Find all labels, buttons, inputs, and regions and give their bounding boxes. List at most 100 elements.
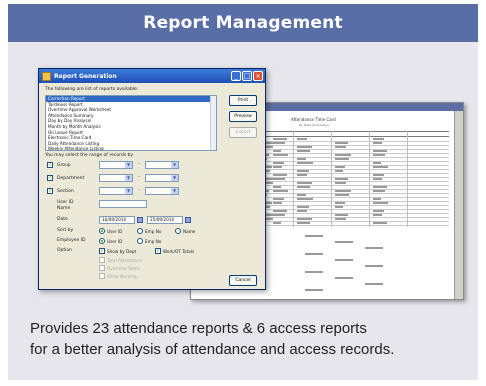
preview-cell — [273, 150, 281, 152]
report-list-scrollbar[interactable] — [210, 96, 216, 150]
date-from-input[interactable]: 16/09/2010 — [99, 216, 135, 224]
department-checkbox[interactable]: ✓ — [47, 175, 53, 181]
preview-scrollbar[interactable] — [454, 111, 463, 299]
section-from-select[interactable]: ▼ — [99, 187, 133, 195]
preview-cell — [273, 174, 287, 176]
preview-cell — [335, 259, 353, 261]
minimize-button[interactable]: _ — [231, 71, 241, 81]
card-title: Report Management — [8, 4, 478, 42]
cancel-button[interactable]: Cancel — [229, 275, 257, 286]
total-attendance-checkbox[interactable] — [99, 257, 105, 263]
show-working-checkbox[interactable] — [99, 273, 105, 279]
option-label: Option — [57, 248, 73, 253]
user-id-input[interactable] — [99, 200, 147, 208]
preview-cell — [365, 247, 383, 249]
preview-cell — [373, 138, 384, 140]
calendar-icon[interactable] — [137, 217, 143, 223]
preview-button[interactable]: Preview — [229, 111, 257, 122]
preview-cell — [373, 174, 384, 176]
preview-cell — [273, 186, 281, 188]
preview-cell — [373, 150, 387, 152]
preview-cell — [297, 146, 312, 148]
show-working-label: Show Working — [107, 274, 137, 279]
group-from-select[interactable]: ▼ — [99, 161, 133, 169]
chevron-down-icon: ▼ — [171, 175, 178, 181]
preview-cell — [373, 214, 382, 216]
preview-cell — [335, 146, 346, 148]
preview-cell — [335, 277, 353, 279]
report-list[interactable]: Correction Report Tardiness Report Overtim… — [45, 95, 217, 151]
department-from-select[interactable]: ▼ — [99, 174, 133, 182]
emp-emp-no-radio[interactable] — [137, 238, 143, 244]
sort-name-label: Name — [183, 229, 196, 234]
preview-cell — [335, 170, 343, 172]
range-dash: - — [138, 174, 140, 180]
user-id-label: User ID — [57, 200, 74, 205]
preview-cell — [297, 194, 306, 196]
preview-cell — [335, 241, 353, 243]
maximize-button[interactable]: □ — [242, 71, 252, 81]
department-to-select[interactable]: ▼ — [145, 174, 179, 182]
preview-cell — [335, 158, 349, 160]
preview-cell — [273, 214, 285, 216]
preview-cell — [373, 190, 385, 192]
preview-cell — [373, 222, 387, 224]
preview-cell — [373, 210, 384, 212]
preview-cell — [273, 162, 284, 164]
export-button[interactable]: Export — [229, 127, 257, 138]
section-to-select[interactable]: ▼ — [145, 187, 179, 195]
preview-cell — [297, 170, 309, 172]
preview-cell — [365, 265, 383, 267]
name-label: Name — [57, 206, 71, 211]
sort-by-label: Sort by — [57, 228, 74, 233]
group-checkbox[interactable]: ✓ — [47, 162, 53, 168]
preview-cell — [373, 142, 382, 144]
section-label: Section — [57, 189, 74, 194]
sort-name-radio[interactable] — [175, 228, 181, 234]
preview-cell — [373, 198, 381, 200]
date-to-input[interactable]: 25/09/2010 — [147, 216, 183, 224]
group-to-select[interactable]: ▼ — [145, 161, 179, 169]
emp-user-id-radio[interactable] — [99, 238, 105, 244]
sort-emp-no-radio[interactable] — [137, 228, 143, 234]
preview-title: Attendance Time Card — [291, 117, 336, 122]
preview-cell — [373, 186, 387, 188]
show-by-dept-checkbox[interactable]: ✓ — [99, 248, 105, 254]
preview-cell — [297, 158, 306, 160]
preview-cell — [273, 222, 281, 224]
preview-subtitle: By Date (Summary) — [299, 123, 329, 127]
preview-cell — [297, 162, 313, 164]
report-list-item[interactable]: Weekly Attendance Listing — [46, 146, 216, 150]
preview-cell — [305, 271, 323, 273]
dialog-titlebar: Report Generation _ □ × — [39, 69, 265, 83]
preview-cell — [273, 210, 287, 212]
overtime-totals-checkbox[interactable] — [99, 265, 105, 271]
preview-cell — [335, 154, 351, 156]
preview-cell — [273, 154, 288, 156]
preview-cell — [335, 194, 349, 196]
department-label: Department — [57, 176, 85, 181]
preview-cell — [365, 283, 383, 285]
overtime-totals-label: Overtime Totals — [107, 266, 140, 271]
dialog-title: Report Generation — [54, 72, 117, 80]
preview-cell — [297, 222, 310, 224]
preview-cell — [297, 210, 307, 212]
preview-cell — [335, 214, 348, 216]
close-button[interactable]: × — [253, 71, 263, 81]
preview-cell — [273, 198, 284, 200]
calendar-icon[interactable] — [185, 217, 191, 223]
report-generation-dialog: Report Generation _ □ × The following ar… — [38, 68, 266, 290]
emp-emp-no-label: Emp No — [145, 239, 162, 244]
preview-cell — [373, 178, 382, 180]
work-ot-totals-checkbox[interactable]: ✓ — [155, 248, 161, 254]
show-by-dept-label: Show by Dept — [107, 249, 137, 254]
section-checkbox[interactable]: ✓ — [47, 188, 53, 194]
preview-cell — [335, 202, 345, 204]
preview-cell — [335, 178, 348, 180]
range-dash: - — [138, 187, 140, 193]
feature-card: Report Management Attendance Time Card B… — [8, 4, 478, 380]
sort-user-id-radio[interactable] — [99, 228, 105, 234]
sort-emp-no-label: Emp No — [145, 229, 162, 234]
print-button[interactable]: Print — [229, 95, 257, 106]
preview-cell — [273, 142, 285, 144]
